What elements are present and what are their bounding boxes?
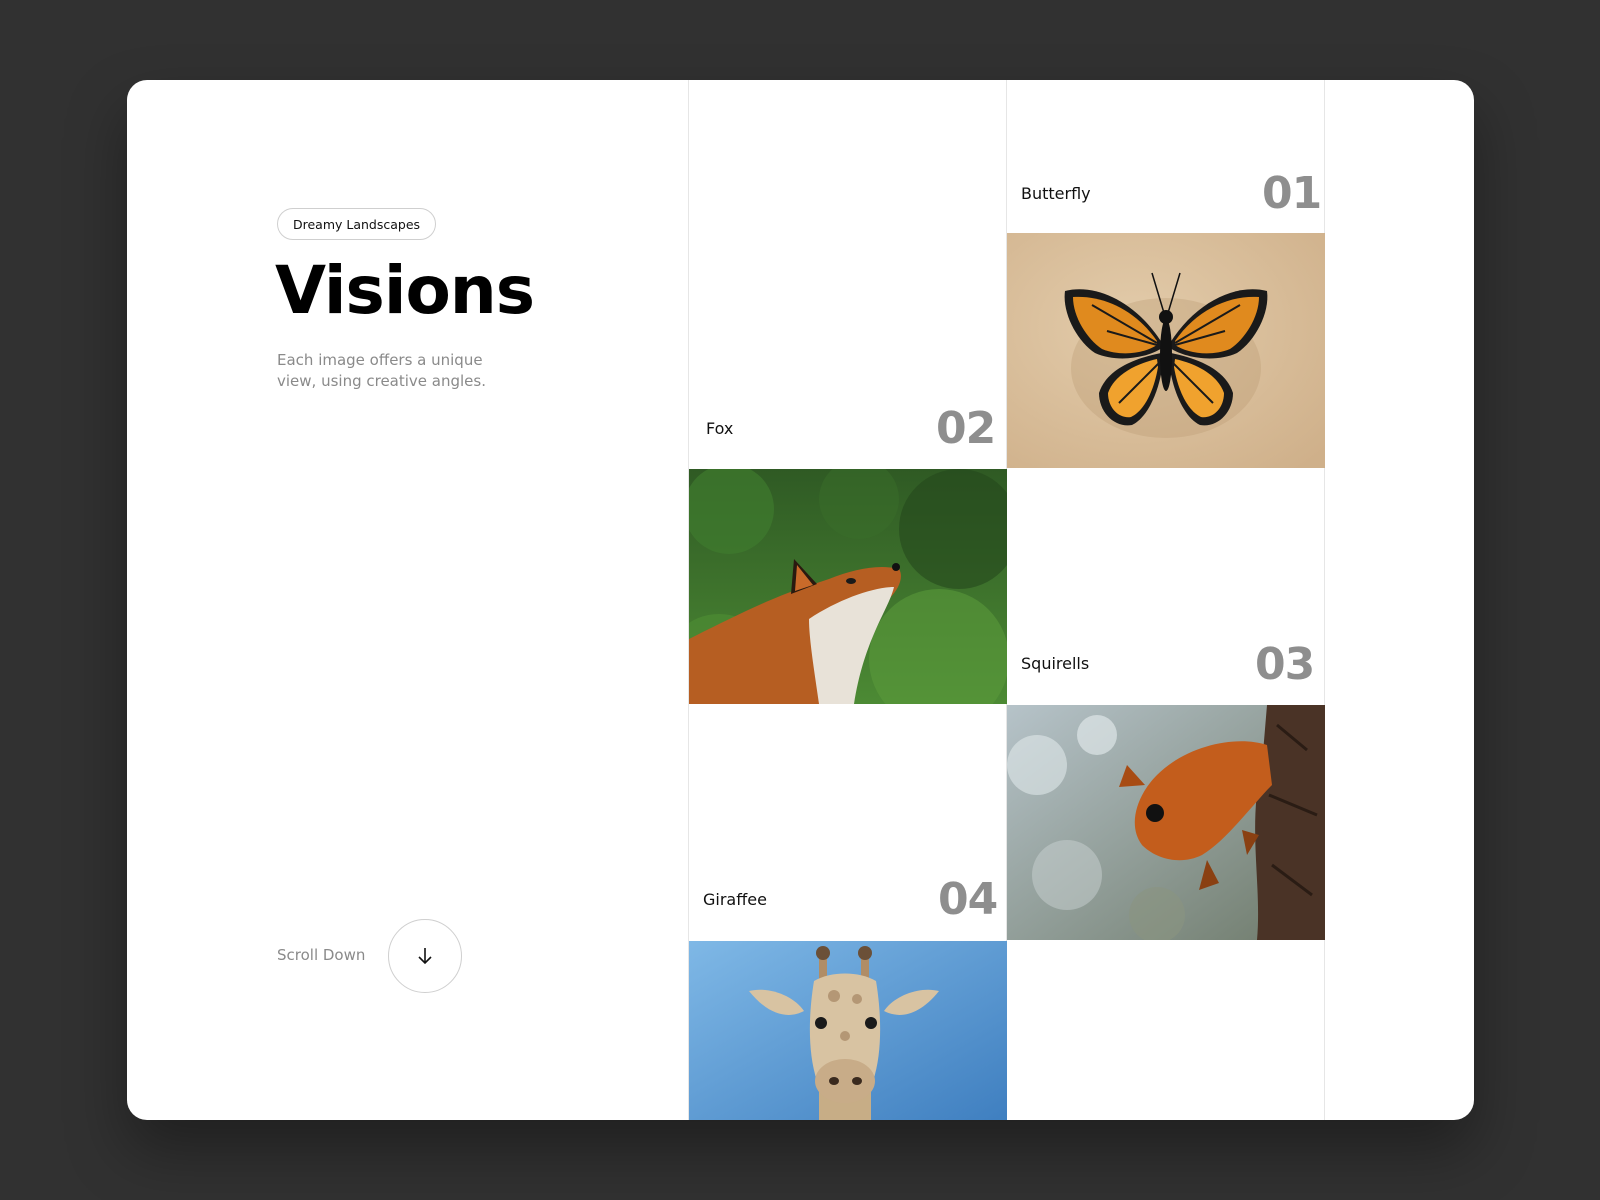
category-tag[interactable]: Dreamy Landscapes xyxy=(277,208,437,240)
gallery-item-number: 02 xyxy=(936,403,996,454)
giraffe-image[interactable] xyxy=(689,941,1007,1120)
gallery-item-number: 03 xyxy=(1255,639,1315,690)
scroll-down-label: Scroll Down xyxy=(277,946,366,964)
fox-image[interactable] xyxy=(689,469,1007,704)
squirrel-image[interactable] xyxy=(1007,705,1325,940)
scroll-down-button[interactable] xyxy=(388,919,462,993)
butterfly-image[interactable] xyxy=(1007,233,1325,468)
gallery-item-number: 04 xyxy=(938,874,998,925)
main-card: Dreamy Landscapes Visions Each image off… xyxy=(127,80,1474,1120)
page-title: Visions xyxy=(275,252,535,329)
gallery-item-name[interactable]: Butterfly xyxy=(1021,184,1091,203)
gallery-item-name[interactable]: Squirells xyxy=(1021,654,1089,673)
gallery-item-number: 01 xyxy=(1262,168,1322,219)
gallery-item-name[interactable]: Fox xyxy=(706,419,733,438)
page-description: Each image offers a unique view, using c… xyxy=(277,351,486,390)
gallery-item-name[interactable]: Giraffee xyxy=(703,890,767,909)
arrow-down-icon xyxy=(418,948,432,965)
